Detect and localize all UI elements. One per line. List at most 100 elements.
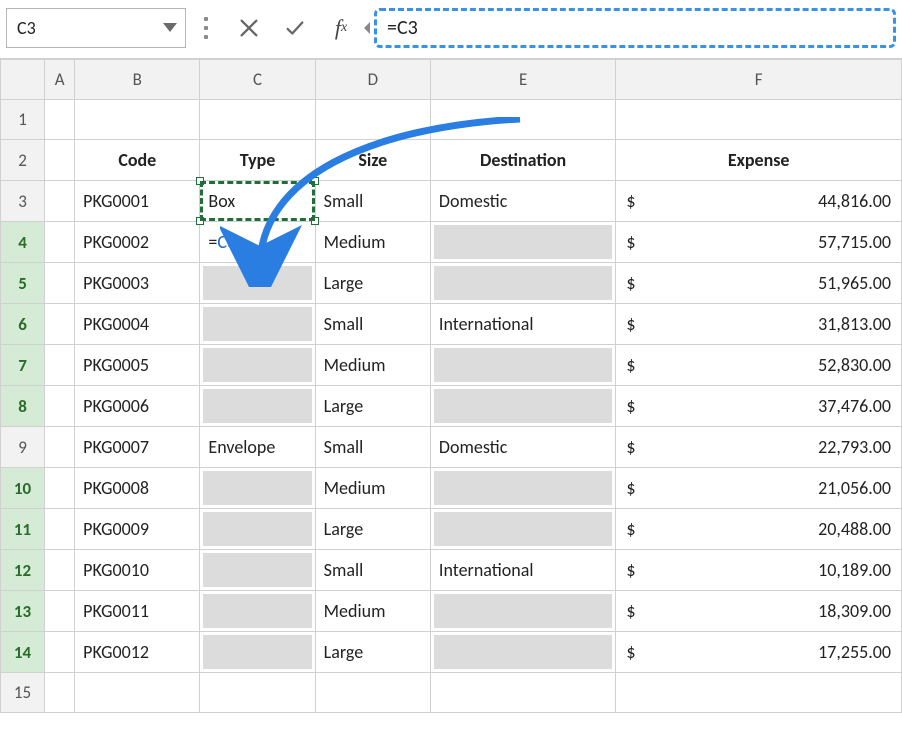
row-header-12[interactable]: 12 — [1, 550, 45, 591]
row-1[interactable]: 1 — [1, 100, 902, 140]
cell-F10[interactable]: $21,056.00 — [616, 468, 902, 509]
row-header-1[interactable]: 1 — [1, 100, 45, 140]
cell-empty[interactable] — [75, 673, 200, 713]
cell-E8[interactable] — [430, 386, 615, 427]
cell-D3[interactable]: Small — [315, 181, 430, 222]
cell-C14[interactable] — [200, 632, 315, 673]
cell-E5[interactable] — [430, 263, 615, 304]
cell-F8[interactable]: $37,476.00 — [616, 386, 902, 427]
row-header-4[interactable]: 4 — [1, 222, 45, 263]
cell-C6[interactable] — [200, 304, 315, 345]
cell-D8[interactable]: Large — [315, 386, 430, 427]
cell-E12[interactable]: International — [430, 550, 615, 591]
cell-A15[interactable] — [45, 673, 75, 713]
cell-E6[interactable]: International — [430, 304, 615, 345]
dropdown-icon[interactable] — [163, 23, 177, 32]
cell-E7[interactable] — [430, 345, 615, 386]
row-header-9[interactable]: 9 — [1, 427, 45, 468]
cell-F2[interactable]: Expense — [616, 140, 902, 181]
row-header-10[interactable]: 10 — [1, 468, 45, 509]
cell-F14[interactable]: $17,255.00 — [616, 632, 902, 673]
cell-E2[interactable]: Destination — [430, 140, 615, 181]
cell-C2[interactable]: Type — [200, 140, 315, 181]
cell-D4[interactable]: Medium — [315, 222, 430, 263]
col-B[interactable]: B — [75, 60, 200, 100]
cell-empty[interactable] — [75, 100, 200, 140]
cell-B2[interactable]: Code — [75, 140, 200, 181]
cell-B7[interactable]: PKG0005 — [75, 345, 200, 386]
cell-B4[interactable]: PKG0002 — [75, 222, 200, 263]
cell-F6[interactable]: $31,813.00 — [616, 304, 902, 345]
cell-A11[interactable] — [45, 509, 75, 550]
row-9[interactable]: 9PKG0007EnvelopeSmallDomestic$22,793.00 — [1, 427, 902, 468]
row-4[interactable]: 4 PKG0002=C3Medium $57,715.00 — [1, 222, 902, 263]
cell-B14[interactable]: PKG0012 — [75, 632, 200, 673]
cell-D10[interactable]: Medium — [315, 468, 430, 509]
col-D[interactable]: D — [315, 60, 430, 100]
cell-D9[interactable]: Small — [315, 427, 430, 468]
cell-F4[interactable]: $57,715.00 — [616, 222, 902, 263]
cell-A6[interactable] — [45, 304, 75, 345]
cell-C3[interactable]: Box — [200, 181, 315, 222]
formula-split[interactable] — [364, 8, 374, 48]
cell-D2[interactable]: Size — [315, 140, 430, 181]
cell-B13[interactable]: PKG0011 — [75, 591, 200, 632]
cell-B5[interactable]: PKG0003 — [75, 263, 200, 304]
row-7[interactable]: 7PKG0005Medium$52,830.00 — [1, 345, 902, 386]
fx-button[interactable]: fx — [318, 8, 364, 48]
cell-E3[interactable]: Domestic — [430, 181, 615, 222]
cell-F13[interactable]: $18,309.00 — [616, 591, 902, 632]
row-header-3[interactable]: 3 — [1, 181, 45, 222]
cell-empty[interactable] — [616, 100, 902, 140]
cell-E13[interactable] — [430, 591, 615, 632]
cell-B12[interactable]: PKG0010 — [75, 550, 200, 591]
row-11[interactable]: 11PKG0009Large$20,488.00 — [1, 509, 902, 550]
cell-D7[interactable]: Medium — [315, 345, 430, 386]
cell-empty[interactable] — [200, 100, 315, 140]
col-F[interactable]: F — [616, 60, 902, 100]
cell-C13[interactable] — [200, 591, 315, 632]
cell-empty[interactable] — [200, 673, 315, 713]
cell-A1[interactable] — [45, 100, 75, 140]
cell-B3[interactable]: PKG0001 — [75, 181, 200, 222]
cell-B9[interactable]: PKG0007 — [75, 427, 200, 468]
cell-D13[interactable]: Medium — [315, 591, 430, 632]
cell-D14[interactable]: Large — [315, 632, 430, 673]
col-A[interactable]: A — [45, 60, 75, 100]
spreadsheet-grid[interactable]: A B C D E F 12 CodeTypeSizeDestinationExp… — [0, 59, 902, 713]
cell-C4[interactable]: =C3 — [200, 222, 315, 263]
row-header-8[interactable]: 8 — [1, 386, 45, 427]
row-header-14[interactable]: 14 — [1, 632, 45, 673]
cell-B8[interactable]: PKG0006 — [75, 386, 200, 427]
row-header-13[interactable]: 13 — [1, 591, 45, 632]
formula-input[interactable]: =C3 — [374, 8, 896, 48]
cell-empty[interactable] — [315, 100, 430, 140]
cell-E11[interactable] — [430, 509, 615, 550]
name-box[interactable]: C3 — [6, 8, 186, 48]
row-13[interactable]: 13 PKG0011 Medium $18,309.00 — [1, 591, 902, 632]
row-10[interactable]: 10PKG0008Medium$21,056.00 — [1, 468, 902, 509]
cell-D11[interactable]: Large — [315, 509, 430, 550]
cell-A9[interactable] — [45, 427, 75, 468]
cell-C11[interactable] — [200, 509, 315, 550]
row-6[interactable]: 6PKG0004SmallInternational$31,813.00 — [1, 304, 902, 345]
cell-A12[interactable] — [45, 550, 75, 591]
cell-F5[interactable]: $51,965.00 — [616, 263, 902, 304]
cell-E14[interactable] — [430, 632, 615, 673]
cell-C10[interactable] — [200, 468, 315, 509]
cell-F12[interactable]: $10,189.00 — [616, 550, 902, 591]
cell-F11[interactable]: $20,488.00 — [616, 509, 902, 550]
cell-F3[interactable]: $44,816.00 — [616, 181, 902, 222]
editing-formula[interactable]: =C3 — [200, 222, 314, 262]
column-headers[interactable]: A B C D E F — [1, 60, 902, 100]
cell-F7[interactable]: $52,830.00 — [616, 345, 902, 386]
cell-C5[interactable] — [200, 263, 315, 304]
row-header-6[interactable]: 6 — [1, 304, 45, 345]
row-5[interactable]: 5PKG0003Large$51,965.00 — [1, 263, 902, 304]
row-12[interactable]: 12PKG0010SmallInternational$10,189.00 — [1, 550, 902, 591]
enter-button[interactable] — [272, 8, 318, 48]
row-header-15[interactable]: 15 — [1, 673, 45, 713]
row-header-2[interactable]: 2 — [1, 140, 45, 181]
cell-C8[interactable] — [200, 386, 315, 427]
cell-C7[interactable] — [200, 345, 315, 386]
